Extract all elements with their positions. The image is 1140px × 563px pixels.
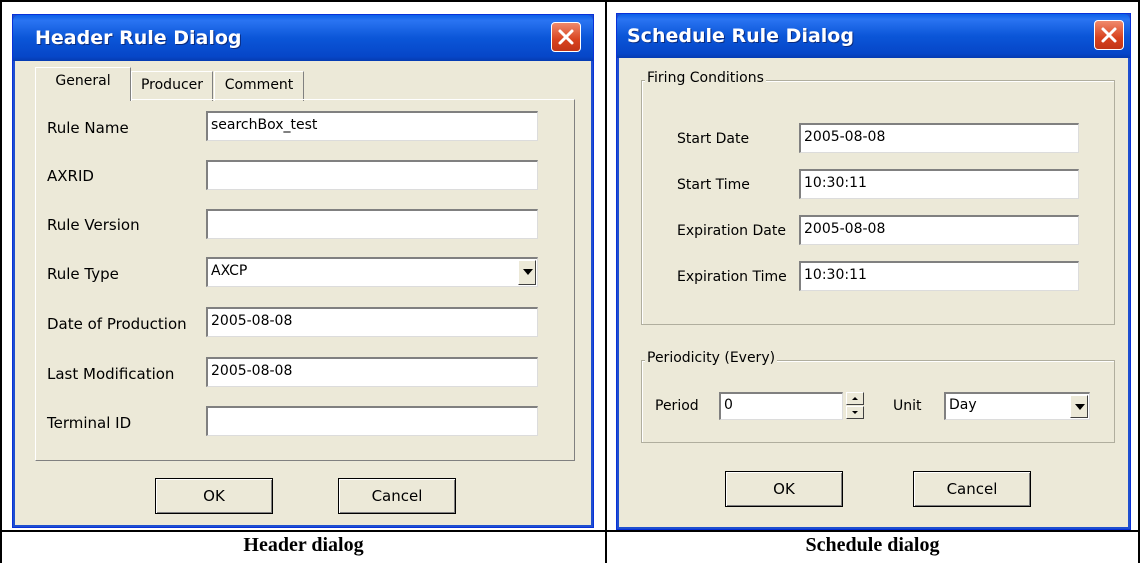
periodicity-label: Periodicity (Every) bbox=[645, 350, 778, 366]
period-label: Period bbox=[655, 398, 699, 414]
firing-conditions-label: Firing Conditions bbox=[645, 70, 766, 86]
unit-select[interactable]: Day bbox=[944, 392, 1090, 420]
terminal-id-input[interactable] bbox=[206, 406, 538, 436]
header-dialog-caption: Header dialog bbox=[243, 534, 364, 556]
date-of-production-label: Date of Production bbox=[47, 315, 187, 333]
start-time-label: Start Time bbox=[677, 177, 750, 193]
close-icon[interactable] bbox=[551, 22, 581, 52]
close-icon[interactable] bbox=[1094, 20, 1124, 50]
date-of-production-input[interactable]: 2005-08-08 bbox=[206, 307, 538, 337]
expiration-time-input[interactable]: 10:30:11 bbox=[799, 261, 1079, 291]
rule-name-input[interactable]: searchBox_test bbox=[206, 111, 538, 141]
schedule-dialog-caption: Schedule dialog bbox=[805, 534, 940, 556]
schedule-dialog-titlebar[interactable]: Schedule Rule Dialog bbox=[617, 14, 1130, 58]
rule-type-value: AXCP bbox=[211, 263, 248, 279]
last-modification-label: Last Modification bbox=[47, 365, 175, 383]
tab-producer[interactable]: Producer bbox=[131, 71, 213, 101]
expiration-date-input[interactable]: 2005-08-08 bbox=[799, 215, 1079, 245]
decrement-arrow-icon[interactable] bbox=[846, 406, 864, 419]
header-dialog-titlebar[interactable]: Header Rule Dialog bbox=[13, 15, 593, 61]
chevron-down-icon[interactable] bbox=[1070, 395, 1088, 418]
tab-comment[interactable]: Comment bbox=[214, 71, 304, 101]
cancel-button[interactable]: Cancel bbox=[913, 471, 1031, 507]
axrid-label: AXRID bbox=[47, 167, 94, 185]
expiration-time-label: Expiration Time bbox=[677, 269, 787, 285]
schedule-rule-dialog: Schedule Rule Dialog Firing Conditions S… bbox=[616, 13, 1131, 530]
rule-version-input[interactable] bbox=[206, 209, 538, 239]
terminal-id-label: Terminal ID bbox=[47, 414, 132, 432]
increment-arrow-icon[interactable] bbox=[846, 392, 864, 405]
start-time-input[interactable]: 10:30:11 bbox=[799, 169, 1079, 199]
rule-type-label: Rule Type bbox=[47, 265, 119, 283]
unit-value: Day bbox=[949, 397, 977, 413]
start-date-input[interactable]: 2005-08-08 bbox=[799, 123, 1079, 153]
unit-label: Unit bbox=[893, 398, 922, 414]
cancel-button[interactable]: Cancel bbox=[338, 478, 456, 514]
schedule-dialog-title: Schedule Rule Dialog bbox=[627, 25, 854, 47]
header-rule-dialog: Header Rule Dialog General Producer Comm… bbox=[12, 14, 594, 528]
last-modification-input[interactable]: 2005-08-08 bbox=[206, 357, 538, 387]
rule-type-select[interactable]: AXCP bbox=[206, 257, 538, 287]
ok-button[interactable]: OK bbox=[155, 478, 273, 514]
ok-button[interactable]: OK bbox=[725, 471, 843, 507]
chevron-down-icon[interactable] bbox=[518, 260, 536, 285]
header-dialog-title: Header Rule Dialog bbox=[35, 27, 242, 49]
tab-general[interactable]: General bbox=[35, 67, 131, 101]
expiration-date-label: Expiration Date bbox=[677, 223, 786, 239]
period-input[interactable]: 0 bbox=[719, 392, 843, 420]
rule-version-label: Rule Version bbox=[47, 216, 140, 234]
start-date-label: Start Date bbox=[677, 131, 750, 147]
rule-name-label: Rule Name bbox=[47, 119, 129, 137]
period-stepper[interactable] bbox=[846, 392, 864, 420]
axrid-input[interactable] bbox=[206, 160, 538, 190]
